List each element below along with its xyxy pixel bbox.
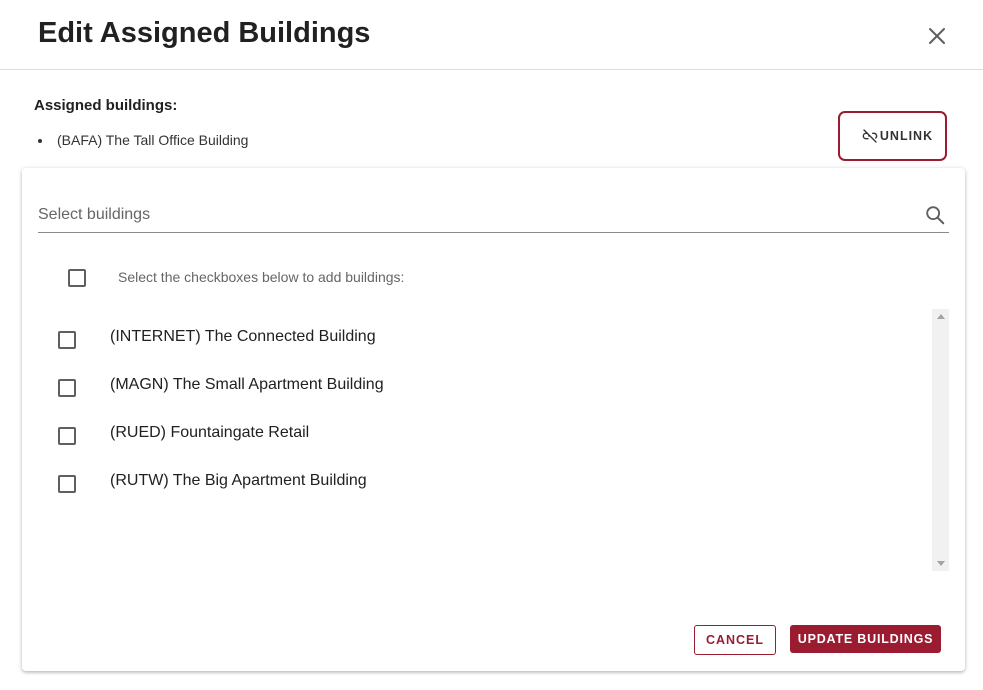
- select-all-checkbox[interactable]: [68, 269, 86, 287]
- list-scrollbar[interactable]: [932, 309, 949, 571]
- dialog-title: Edit Assigned Buildings: [38, 17, 371, 49]
- search-field: [38, 196, 949, 233]
- unlink-label: UNLINK: [879, 129, 934, 143]
- search-input[interactable]: [38, 202, 908, 228]
- edit-assigned-buildings-dialog: Edit Assigned Buildings Assigned buildin…: [0, 0, 983, 690]
- building-list: (INTERNET) The Connected Building (MAGN)…: [22, 308, 948, 570]
- assigned-buildings-heading: Assigned buildings:: [34, 97, 178, 114]
- building-label: (RUTW) The Big Apartment Building: [110, 472, 367, 489]
- list-item[interactable]: (INTERNET) The Connected Building: [22, 315, 932, 363]
- building-checkbox[interactable]: [58, 331, 76, 349]
- building-selection-panel: Select the checkboxes below to add build…: [22, 168, 965, 671]
- assigned-building-item: (BAFA) The Tall Office Building: [34, 132, 248, 148]
- building-label: (RUED) Fountaingate Retail: [110, 424, 310, 441]
- list-item[interactable]: (RUED) Fountaingate Retail: [22, 411, 932, 459]
- unlink-button[interactable]: UNLINK: [838, 111, 947, 161]
- update-buildings-button[interactable]: UPDATE BUILDINGS: [790, 625, 941, 653]
- list-item[interactable]: (RUTW) The Big Apartment Building: [22, 459, 932, 507]
- building-label: (INTERNET) The Connected Building: [110, 328, 376, 345]
- building-checkbox[interactable]: [58, 379, 76, 397]
- building-checkbox[interactable]: [58, 427, 76, 445]
- dialog-header: Edit Assigned Buildings: [0, 0, 983, 70]
- close-icon: [929, 28, 945, 44]
- scroll-up-arrow-icon[interactable]: [937, 314, 945, 319]
- close-button[interactable]: [925, 24, 949, 48]
- scroll-down-arrow-icon[interactable]: [937, 561, 945, 566]
- list-item[interactable]: (MAGN) The Small Apartment Building: [22, 363, 932, 411]
- cancel-button[interactable]: CANCEL: [694, 625, 776, 655]
- building-label: (MAGN) The Small Apartment Building: [110, 376, 384, 393]
- assigned-buildings-list: (BAFA) The Tall Office Building: [34, 132, 248, 148]
- link-off-icon: [862, 129, 878, 143]
- building-checkbox[interactable]: [58, 475, 76, 493]
- select-all-label: Select the checkboxes below to add build…: [118, 269, 405, 285]
- search-icon[interactable]: [924, 204, 946, 226]
